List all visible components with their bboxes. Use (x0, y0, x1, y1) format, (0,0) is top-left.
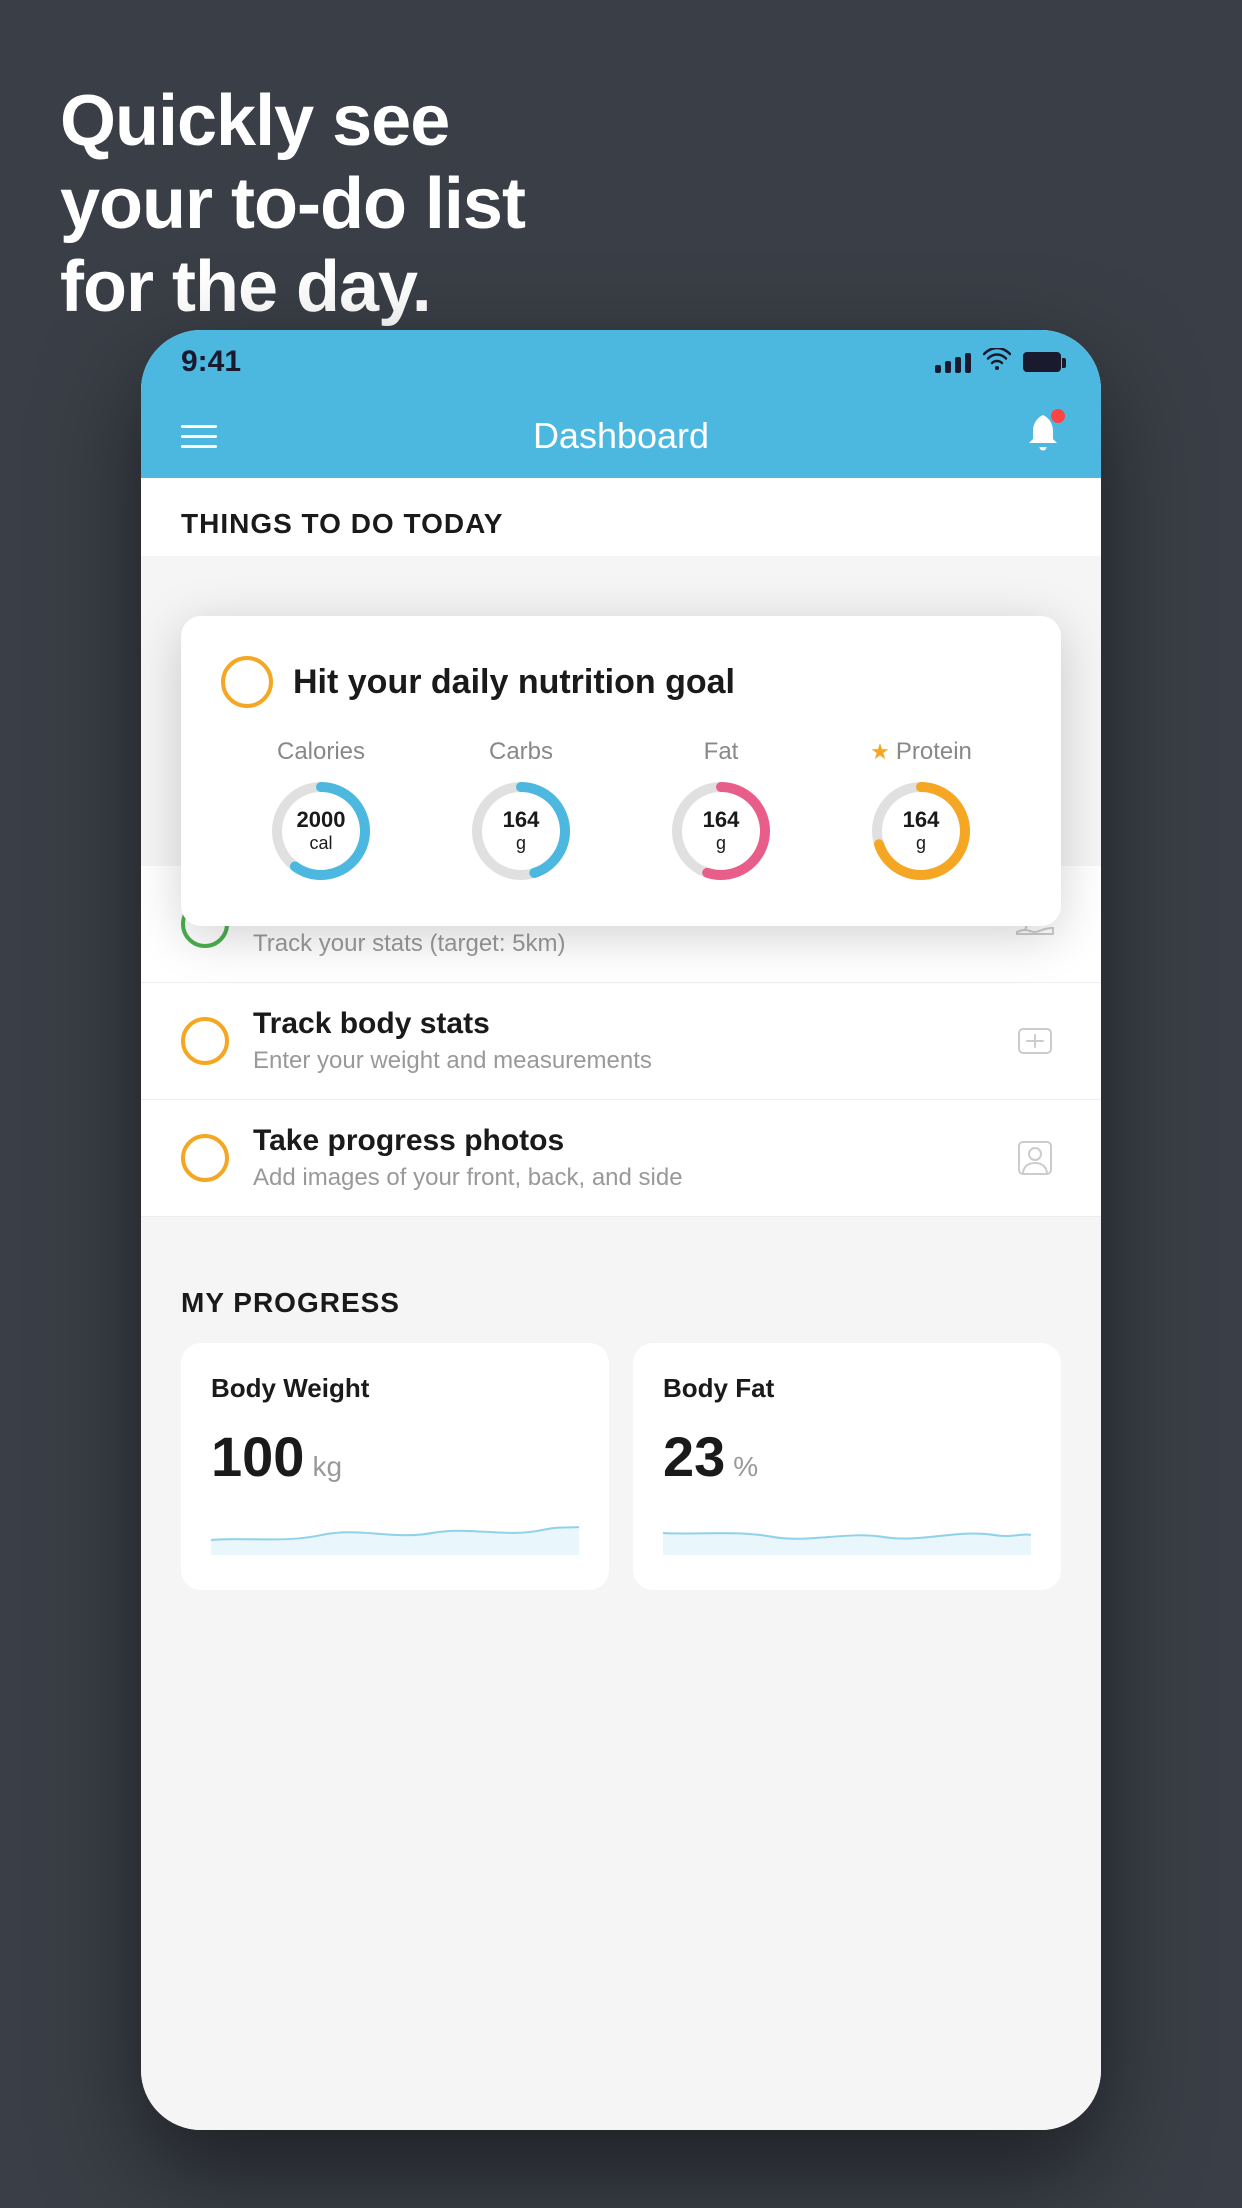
protein-label: ★ Protein (870, 738, 972, 766)
things-to-do-title: THINGS TO DO TODAY (181, 508, 1061, 540)
body-weight-unit: kg (312, 1451, 342, 1483)
notification-bell-icon[interactable] (1025, 413, 1061, 460)
status-time: 9:41 (181, 345, 241, 379)
task-checkbox[interactable] (221, 656, 273, 708)
body-fat-value-row: 23 % (663, 1424, 1031, 1489)
progress-title: MY PROGRESS (181, 1287, 1061, 1319)
battery-icon (1023, 352, 1061, 372)
status-bar: 9:41 (141, 330, 1101, 394)
scale-icon (1009, 1015, 1061, 1067)
nutrition-calories: Calories 2000 cal (266, 738, 376, 886)
fat-donut: 164 g (666, 776, 776, 886)
app-content: THINGS TO DO TODAY Hit your daily nutrit… (141, 478, 1101, 2130)
status-icons (935, 348, 1061, 376)
body-stats-title: Track body stats (253, 1007, 985, 1041)
menu-button[interactable] (181, 425, 217, 448)
body-stats-checkbox[interactable] (181, 1017, 229, 1065)
notification-dot (1051, 409, 1065, 423)
body-weight-sparkline (211, 1505, 579, 1555)
nutrition-carbs: Carbs 164 g (466, 738, 576, 886)
nutrition-row: Calories 2000 cal (221, 738, 1021, 886)
running-subtitle: Track your stats (target: 5km) (253, 930, 985, 958)
body-fat-card[interactable]: Body Fat 23 % (633, 1343, 1061, 1590)
progress-photos-subtitle: Add images of your front, back, and side (253, 1164, 985, 1192)
progress-section: MY PROGRESS Body Weight 100 kg B (141, 1247, 1101, 1630)
todo-body-stats[interactable]: Track body stats Enter your weight and m… (141, 983, 1101, 1100)
progress-photos-title: Take progress photos (253, 1124, 985, 1158)
calories-label: Calories (277, 738, 365, 766)
body-weight-card-title: Body Weight (211, 1373, 579, 1404)
section-header: THINGS TO DO TODAY (141, 478, 1101, 556)
nav-title: Dashboard (533, 415, 709, 457)
progress-photos-checkbox[interactable] (181, 1134, 229, 1182)
calories-value: 2000 cal (297, 807, 346, 855)
phone-frame: 9:41 Dashboa (141, 330, 1101, 2130)
protein-value: 164 g (903, 807, 940, 855)
body-weight-value-row: 100 kg (211, 1424, 579, 1489)
nutrition-protein: ★ Protein 164 g (866, 738, 976, 886)
body-fat-unit: % (733, 1451, 758, 1483)
carbs-donut: 164 g (466, 776, 576, 886)
nutrition-card: Hit your daily nutrition goal Calories (181, 616, 1061, 926)
body-fat-card-title: Body Fat (663, 1373, 1031, 1404)
wifi-icon (983, 348, 1011, 376)
person-icon (1009, 1132, 1061, 1184)
calories-donut: 2000 cal (266, 776, 376, 886)
protein-donut: 164 g (866, 776, 976, 886)
body-fat-value: 23 (663, 1424, 725, 1489)
signal-icon (935, 351, 971, 373)
nav-bar: Dashboard (141, 394, 1101, 478)
fat-value: 164 g (703, 807, 740, 855)
carbs-label: Carbs (489, 738, 553, 766)
star-icon: ★ (870, 739, 890, 765)
progress-cards: Body Weight 100 kg Body Fat 23 % (181, 1343, 1061, 1590)
body-stats-subtitle: Enter your weight and measurements (253, 1047, 985, 1075)
body-fat-sparkline (663, 1505, 1031, 1555)
headline: Quickly see your to-do list for the day. (60, 80, 525, 328)
todo-progress-photos[interactable]: Take progress photos Add images of your … (141, 1100, 1101, 1217)
fat-label: Fat (704, 738, 739, 766)
carbs-value: 164 g (503, 807, 540, 855)
body-weight-value: 100 (211, 1424, 304, 1489)
nutrition-card-title: Hit your daily nutrition goal (293, 663, 735, 702)
body-weight-card[interactable]: Body Weight 100 kg (181, 1343, 609, 1590)
body-stats-info: Track body stats Enter your weight and m… (253, 1007, 985, 1075)
nutrition-fat: Fat 164 g (666, 738, 776, 886)
progress-photos-info: Take progress photos Add images of your … (253, 1124, 985, 1192)
